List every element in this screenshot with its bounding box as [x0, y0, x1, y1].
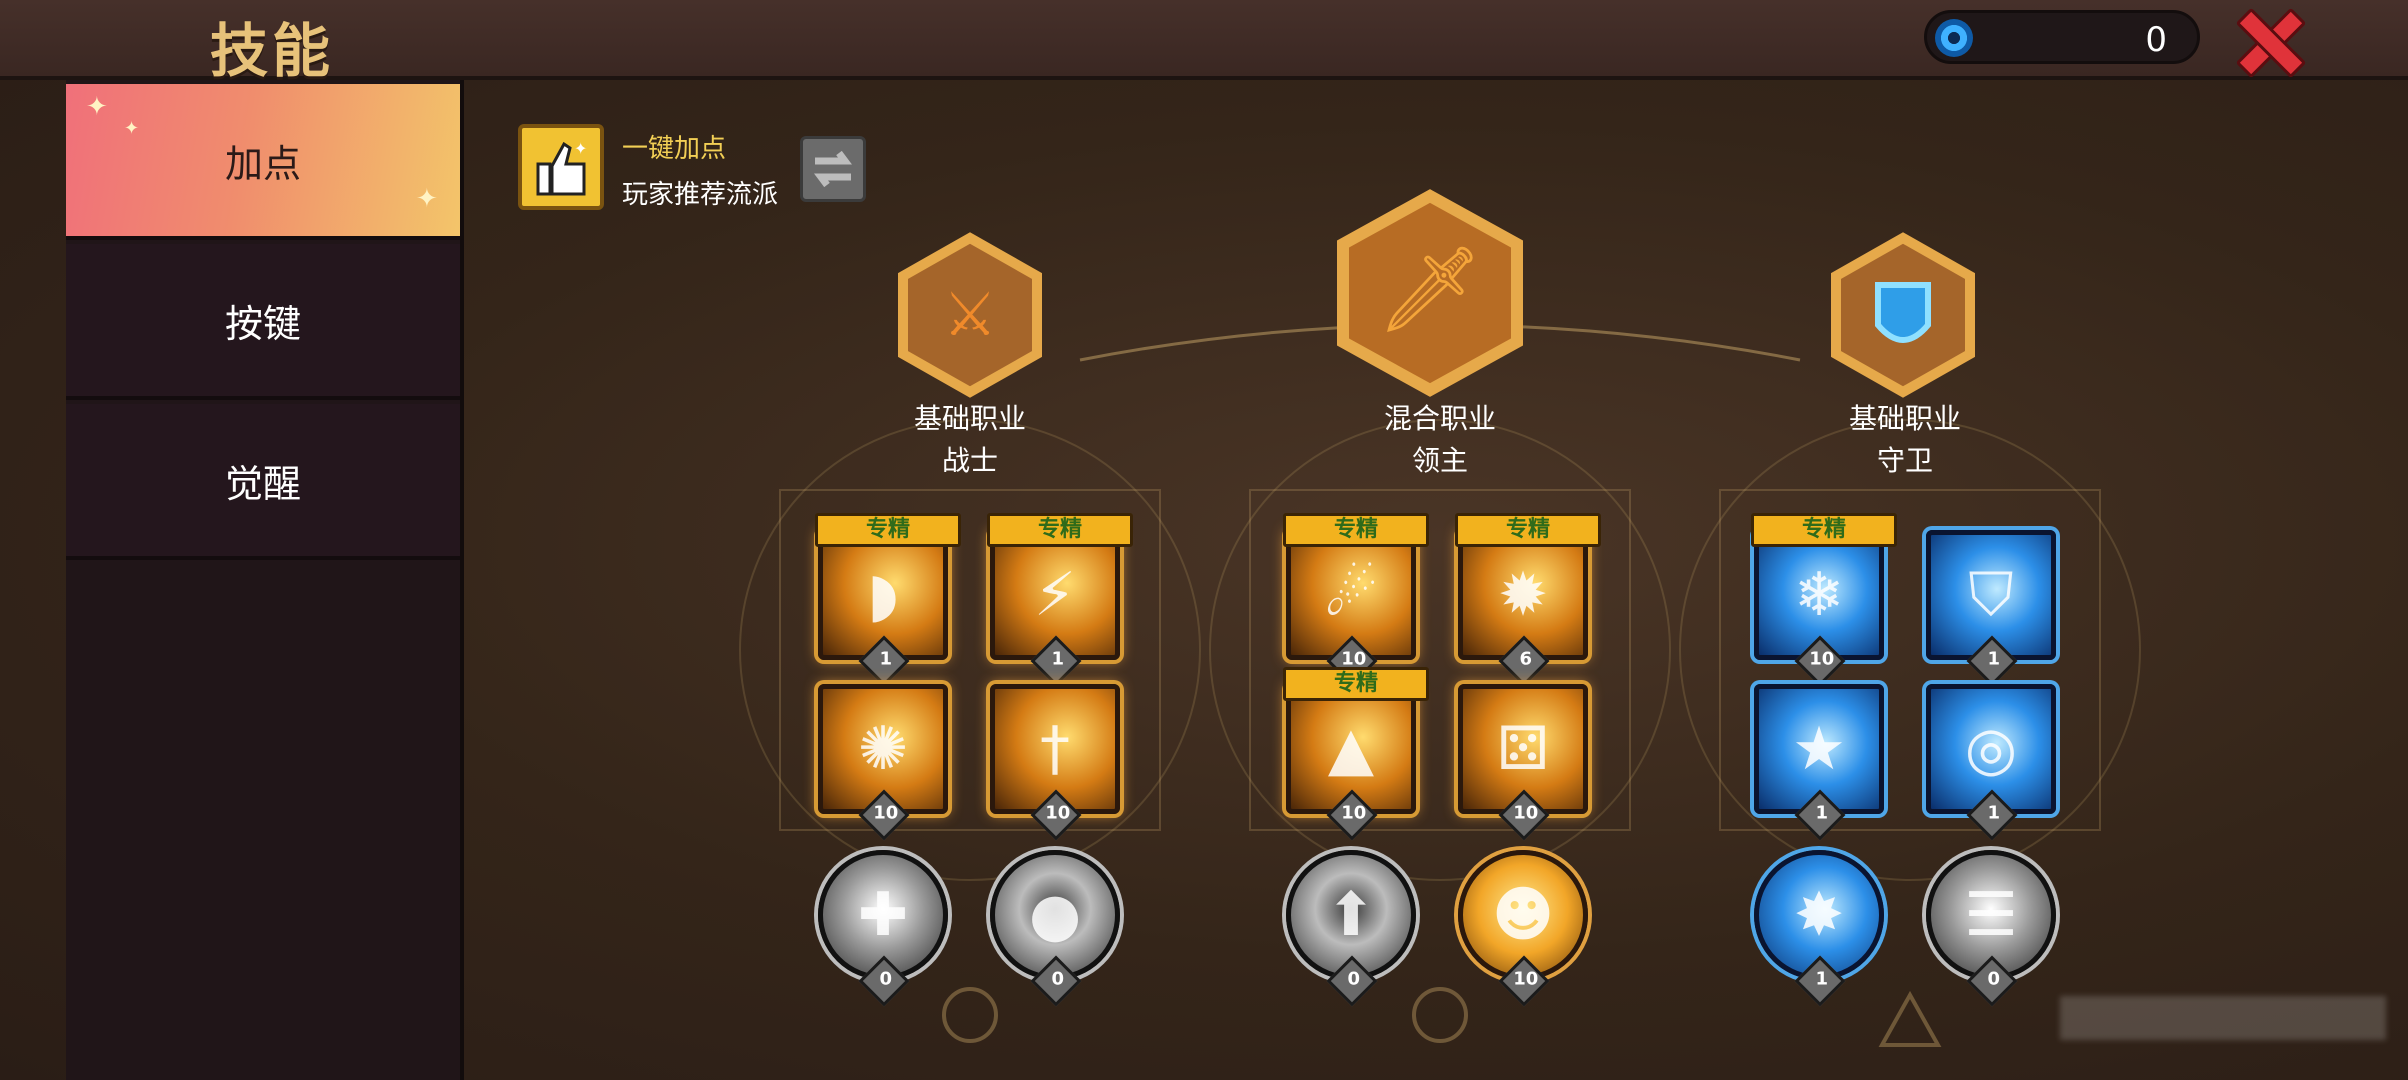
skill-slot[interactable]: ☰ 0 — [1926, 850, 2056, 1007]
swap-build-button[interactable] — [800, 136, 866, 202]
specialize-badge: 专精 — [1283, 513, 1429, 547]
guardian-emblem-icon[interactable] — [1818, 230, 1988, 400]
skill-slot[interactable]: † 10 — [990, 684, 1120, 841]
skill-slot[interactable]: ◗ 专精 1 — [815, 513, 961, 687]
auto-allocate-button[interactable]: ✦ — [518, 124, 604, 210]
class-type: 基础职业 — [913, 402, 1026, 435]
skill-slot[interactable]: ☄ 专精 10 — [1283, 513, 1429, 687]
specialize-badge: 专精 — [987, 513, 1133, 547]
skill-slot[interactable]: ● 0 — [990, 850, 1120, 1007]
tab-label: 觉醒 — [224, 461, 301, 506]
thumbs-up-icon: ✦ — [536, 139, 587, 196]
skill-slot[interactable]: ✸ 1 — [1754, 850, 1884, 1007]
class-label-warrior: 基础职业 战士 — [860, 398, 1080, 482]
class-type: 基础职业 — [1848, 402, 1961, 435]
sparkle-icon: ✦ — [124, 118, 140, 139]
class-type: 混合职业 — [1383, 402, 1496, 435]
specialize-badge: 专精 — [1455, 513, 1601, 547]
skill-slot[interactable]: ⛉ 1 — [1926, 530, 2056, 687]
tab-awaken[interactable]: 觉醒 — [66, 404, 460, 560]
specialize-badge: 专精 — [815, 513, 961, 547]
svg-text:⚔: ⚔ — [943, 280, 997, 350]
swap-icon — [814, 150, 852, 188]
top-bar: 技能 0 — [0, 0, 2408, 85]
blurred-watermark — [2060, 996, 2386, 1040]
sparkle-icon: ✦ — [86, 92, 108, 122]
class-label-guardian: 基础职业 守卫 — [1795, 398, 2015, 482]
tab-allocate[interactable]: ✦ ✦ ✦ 加点 — [66, 84, 460, 240]
skill-slot[interactable]: ⚄ 10 — [1458, 684, 1588, 841]
svg-text:🗡: 🗡 — [1377, 240, 1484, 338]
svg-text:✦: ✦ — [574, 139, 587, 158]
skill-slot[interactable]: ✚ 0 — [818, 850, 948, 1007]
class-name: 领主 — [1411, 444, 1468, 477]
skill-slot[interactable]: ◎ 1 — [1926, 684, 2056, 841]
tab-label: 按键 — [224, 301, 301, 346]
class-label-lord: 混合职业 领主 — [1330, 398, 1550, 482]
swirl-gem-icon — [1935, 19, 1973, 57]
auto-allocate-title: 一键加点 — [622, 134, 727, 164]
tab-label: 加点 — [224, 141, 301, 186]
lord-emblem-icon[interactable]: 🗡 — [1325, 188, 1535, 398]
skill-slot[interactable]: ❄ 专精 10 — [1751, 513, 1897, 687]
specialize-badge: 专精 — [1751, 513, 1897, 547]
skill-slot[interactable]: ★ 1 — [1754, 684, 1884, 841]
currency-display: 0 — [1924, 10, 2200, 64]
skill-slot[interactable]: ▲ 专精 10 — [1283, 667, 1429, 841]
class-name: 守卫 — [1876, 444, 1933, 477]
warrior-emblem-icon[interactable]: ⚔ — [885, 230, 1055, 400]
tab-keys[interactable]: 按键 — [66, 244, 460, 400]
specialize-badge: 专精 — [1283, 667, 1429, 701]
skill-slot[interactable]: ✺ 10 — [818, 684, 948, 841]
sparkle-icon: ✦ — [416, 184, 438, 214]
skill-slot[interactable]: ⬆ 0 — [1286, 850, 1416, 1007]
close-button[interactable] — [2232, 4, 2302, 74]
skill-slot[interactable]: ☻ 10 — [1458, 850, 1588, 1007]
recommend-build-label: 玩家推荐流派 — [622, 180, 779, 210]
skill-slot[interactable]: ✹ 专精 6 — [1455, 513, 1601, 687]
page-title: 技能 — [210, 17, 335, 85]
class-name: 战士 — [941, 444, 998, 477]
currency-value: 0 — [2145, 20, 2167, 60]
sidebar: ✦ ✦ ✦ 加点 按键 觉醒 — [66, 80, 464, 1080]
skill-slot[interactable]: ⚡ 专精 1 — [987, 513, 1133, 687]
